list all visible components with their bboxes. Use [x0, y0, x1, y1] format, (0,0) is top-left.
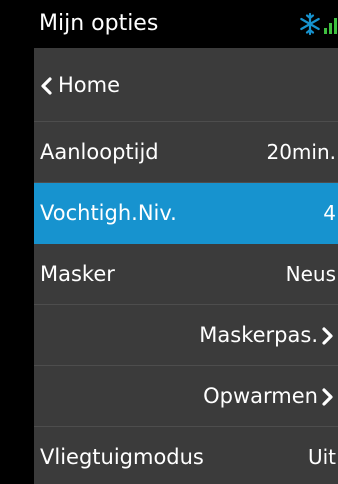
menu-item-label: Maskerpas.: [199, 323, 318, 347]
menu-item-value: 20min.: [266, 140, 336, 164]
chevron-right-icon: [322, 388, 333, 406]
menu-item-label: Opwarmen: [203, 384, 318, 408]
menu-item-vochtigheid[interactable]: Vochtigh.Niv. 4: [34, 183, 338, 244]
menu-item-label: Vochtigh.Niv.: [40, 201, 177, 225]
menu-item-label: Masker: [40, 262, 115, 286]
options-menu: Home Aanlooptijd 20min. Vochtigh.Niv. 4 …: [34, 48, 338, 484]
menu-item-value: 4: [323, 201, 336, 225]
status-icons: [298, 12, 338, 36]
back-home-label: Home: [58, 73, 121, 97]
signal-icon: [324, 18, 337, 34]
menu-item-masker[interactable]: Masker Neus: [34, 244, 338, 305]
header-bar: Mijn opties: [34, 0, 338, 48]
menu-item-value: Neus: [285, 262, 336, 286]
menu-item-vliegtuigmodus[interactable]: Vliegtuigmodus Uit: [34, 427, 338, 484]
page-title: Mijn opties: [39, 11, 159, 36]
menu-item-label: Aanlooptijd: [40, 140, 159, 164]
menu-item-label: Vliegtuigmodus: [40, 445, 204, 469]
menu-item-maskerpas[interactable]: Maskerpas.: [34, 305, 338, 366]
snowflake-icon: [300, 12, 320, 36]
menu-item-opwarmen[interactable]: Opwarmen: [34, 366, 338, 427]
back-home-button[interactable]: Home: [34, 48, 338, 122]
chevron-left-icon: [41, 77, 52, 95]
menu-item-value: Uit: [307, 445, 336, 469]
menu-item-aanlooptijd[interactable]: Aanlooptijd 20min.: [34, 122, 338, 183]
chevron-right-icon: [322, 327, 333, 345]
device-screen: Mijn opties Home Aanlooptijd 20min. Voch…: [0, 0, 338, 484]
